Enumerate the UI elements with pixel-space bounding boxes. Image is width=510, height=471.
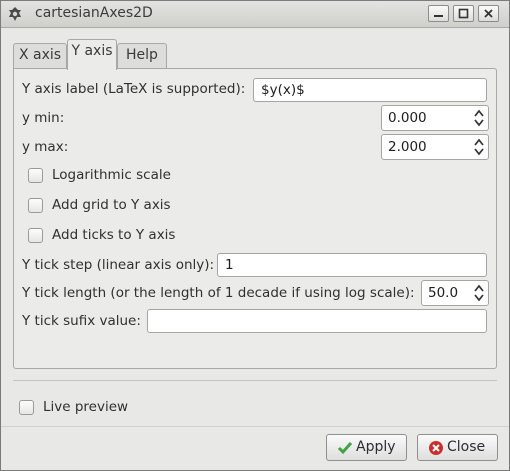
log-scale-label[interactable]: Logarithmic scale xyxy=(52,167,171,183)
y-min-value: 0.000 xyxy=(388,110,427,126)
log-scale-checkbox[interactable] xyxy=(28,168,43,183)
tick-length-spinbox[interactable]: 50.0 xyxy=(421,280,489,306)
live-preview-checkbox[interactable] xyxy=(19,400,34,415)
app-icon xyxy=(7,6,23,22)
y-max-caption: y max: xyxy=(22,139,69,155)
maximize-icon xyxy=(458,8,469,19)
tab-help[interactable]: Help xyxy=(117,43,167,68)
dialog-window: cartesianAxes2D X axis Y axis Help Y axi… xyxy=(0,0,510,471)
grid-label[interactable]: Add grid to Y axis xyxy=(52,197,171,213)
tick-suffix-input[interactable] xyxy=(147,309,487,333)
separator xyxy=(1,426,509,427)
y-min-caption: y min: xyxy=(22,110,65,126)
apply-button[interactable]: Apply xyxy=(326,434,407,461)
cancel-icon xyxy=(429,441,443,455)
live-preview-label[interactable]: Live preview xyxy=(43,399,128,415)
tab-x-axis[interactable]: X axis xyxy=(13,43,67,68)
tick-step-caption: Y tick step (linear axis only): xyxy=(22,257,215,273)
ticks-label[interactable]: Add ticks to Y axis xyxy=(52,227,175,243)
close-button-label: Close xyxy=(447,439,486,455)
close-window-button[interactable] xyxy=(478,5,499,22)
y-max-value: 2.000 xyxy=(388,139,427,155)
y-axis-label-caption: Y axis label (LaTeX is supported): xyxy=(22,81,246,97)
spin-arrows-icon[interactable] xyxy=(473,283,485,303)
tab-y-axis[interactable]: Y axis xyxy=(67,39,117,70)
close-icon xyxy=(484,9,493,18)
y-max-spinbox[interactable]: 2.000 xyxy=(381,134,489,160)
tick-length-caption: Y tick length (or the length of 1 decade… xyxy=(22,285,415,301)
checkmark-icon xyxy=(337,442,353,455)
tick-length-value: 50.0 xyxy=(428,285,459,301)
spin-arrows-icon[interactable] xyxy=(473,137,485,157)
tick-suffix-caption: Y tick sufix value: xyxy=(22,313,141,329)
ticks-checkbox[interactable] xyxy=(28,228,43,243)
separator xyxy=(13,380,497,381)
y-axis-label-input[interactable]: $y(x)$ xyxy=(253,78,487,102)
minimize-button[interactable] xyxy=(428,5,449,22)
grid-checkbox[interactable] xyxy=(28,198,43,213)
minimize-icon xyxy=(434,15,443,17)
y-axis-panel: Y axis label (LaTeX is supported): $y(x)… xyxy=(13,68,497,369)
title-bar[interactable]: cartesianAxes2D xyxy=(1,1,509,28)
tick-step-input[interactable]: 1 xyxy=(217,253,487,277)
apply-button-label: Apply xyxy=(356,439,396,455)
spin-arrows-icon[interactable] xyxy=(473,108,485,128)
close-button[interactable]: Close xyxy=(417,434,498,461)
y-min-spinbox[interactable]: 0.000 xyxy=(381,105,489,131)
window-title: cartesianAxes2D xyxy=(35,5,153,21)
maximize-button[interactable] xyxy=(453,5,474,22)
